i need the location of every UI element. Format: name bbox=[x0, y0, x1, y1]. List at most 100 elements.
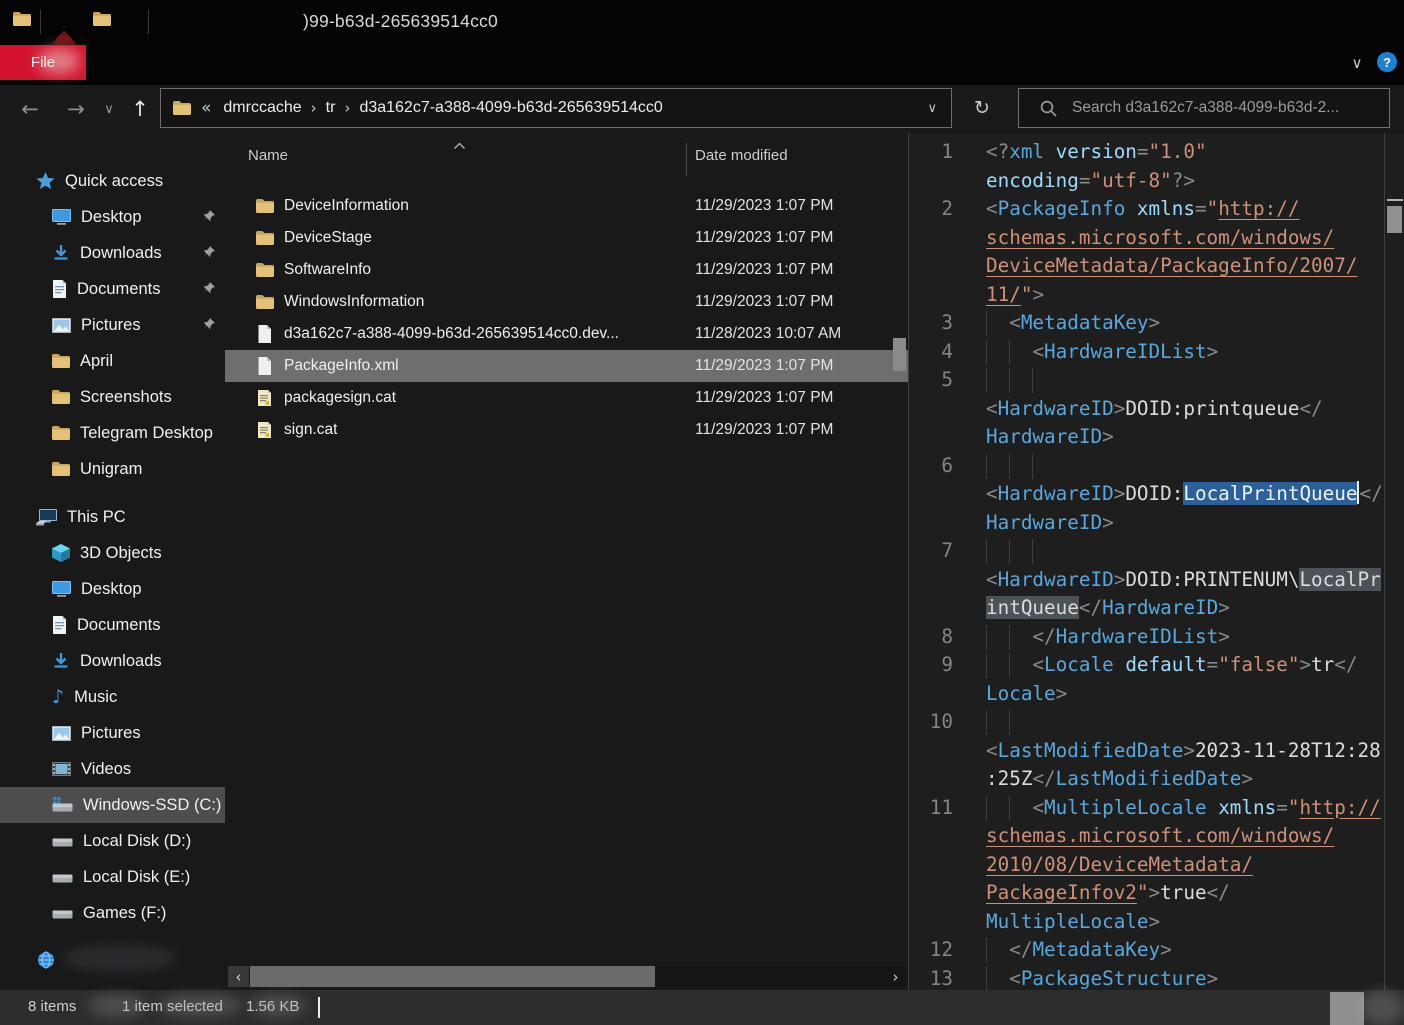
code-row[interactable]: HardwareID> bbox=[909, 423, 1404, 452]
sidebar-item-april[interactable]: April bbox=[0, 343, 225, 379]
code-row[interactable]: 11/"> bbox=[909, 281, 1404, 310]
sidebar-item-pictures[interactable]: Pictures bbox=[0, 307, 225, 343]
scroll-right-arrow-icon[interactable]: › bbox=[885, 966, 906, 987]
application-window: )99-b63d-265639514cc0 File ∨ ? ← → ∨ ↑ «… bbox=[0, 0, 1404, 1025]
code-token bbox=[1125, 197, 1137, 220]
file-list-horizontal-scrollbar[interactable]: ‹ › bbox=[228, 966, 906, 987]
breadcrumb-item-tr[interactable]: tr bbox=[326, 99, 336, 117]
code-row[interactable]: 3 <MetadataKey> bbox=[909, 309, 1404, 338]
code-row[interactable]: 8 </HardwareIDList> bbox=[909, 623, 1404, 652]
breadcrumb-item-d3a162c7-a388-4099-b63d-265639514cc0[interactable]: d3a162c7-a388-4099-b63d-265639514cc0 bbox=[359, 99, 662, 117]
code-token: > bbox=[1183, 739, 1195, 762]
sidebar-item-unigram[interactable]: Unigram bbox=[0, 451, 225, 487]
search-box[interactable] bbox=[1018, 88, 1390, 128]
sidebar-item-telegram-desktop[interactable]: Telegram Desktop bbox=[0, 415, 225, 451]
sidebar-section-quick-access[interactable]: Quick access bbox=[0, 163, 225, 199]
forward-button[interactable]: → bbox=[58, 85, 94, 133]
code-row[interactable]: Locale> bbox=[909, 680, 1404, 709]
code-row[interactable]: 12 </MetadataKey> bbox=[909, 936, 1404, 965]
code-row[interactable]: MultipleLocale> bbox=[909, 908, 1404, 937]
code-row[interactable]: 5 bbox=[909, 366, 1404, 395]
code-row[interactable]: 2<PackageInfo xmlns="http:// bbox=[909, 195, 1404, 224]
file-date-modified: 11/29/2023 1:07 PM bbox=[695, 197, 833, 215]
file-row-deviceinformation[interactable]: DeviceInformation11/29/2023 1:07 PM bbox=[225, 190, 908, 222]
column-divider[interactable] bbox=[686, 143, 687, 176]
code-row[interactable]: 4 <HardwareIDList> bbox=[909, 338, 1404, 367]
sidebar-item-windows-ssd-c[interactable]: Windows-SSD (C:) bbox=[0, 787, 225, 823]
sidebar-item-music[interactable]: ♪Music bbox=[0, 679, 225, 715]
file-row-softwareinfo[interactable]: SoftwareInfo11/29/2023 1:07 PM bbox=[225, 254, 908, 286]
file-row-packagesign-cat[interactable]: packagesign.cat11/29/2023 1:07 PM bbox=[225, 382, 908, 414]
code-row[interactable]: 11 <MultipleLocale xmlns="http:// bbox=[909, 794, 1404, 823]
breadcrumb-overflow-chevrons[interactable]: « bbox=[201, 98, 211, 118]
file-list-vertical-scrollbar-thumb[interactable] bbox=[893, 338, 906, 371]
code-row[interactable]: <HardwareID>DOID:LocalPrintQueue</ bbox=[909, 480, 1404, 509]
code-row[interactable]: <LastModifiedDate>2023-11-28T12:28 bbox=[909, 737, 1404, 766]
code-row[interactable]: :25Z</LastModifiedDate> bbox=[909, 765, 1404, 794]
quick-access-folder-icon[interactable] bbox=[13, 12, 31, 31]
sidebar-section-network[interactable] bbox=[0, 942, 225, 978]
refresh-button[interactable]: ↻ bbox=[962, 88, 1002, 128]
editor-vertical-scrollbar-thumb[interactable] bbox=[1387, 206, 1402, 233]
file-row-sign-cat[interactable]: sign.cat11/29/2023 1:07 PM bbox=[225, 414, 908, 446]
code-row[interactable]: HardwareID> bbox=[909, 509, 1404, 538]
code-rows[interactable]: 1<?xml version="1.0"encoding="utf-8"?>2<… bbox=[909, 133, 1404, 990]
file-list: Name Date modified DeviceInformation11/2… bbox=[225, 133, 908, 990]
horizontal-scrollbar-thumb[interactable] bbox=[250, 966, 655, 987]
sidebar-item-videos[interactable]: Videos bbox=[0, 751, 225, 787]
sidebar-item-games-f[interactable]: Games (F:) bbox=[0, 895, 225, 931]
sidebar-item-documents[interactable]: Documents bbox=[0, 607, 225, 643]
back-button[interactable]: ← bbox=[12, 85, 48, 133]
file-row-d3a162c7-a388-4099-b63d-265639514cc0-dev[interactable]: d3a162c7-a388-4099-b63d-265639514cc0.dev… bbox=[225, 318, 908, 350]
code-row[interactable]: schemas.microsoft.com/windows/ bbox=[909, 822, 1404, 851]
code-row[interactable]: intQueue</HardwareID> bbox=[909, 594, 1404, 623]
code-row[interactable]: 13 <PackageStructure> bbox=[909, 965, 1404, 991]
column-header-date-modified[interactable]: Date modified bbox=[695, 147, 788, 164]
code-row[interactable]: 9 <Locale default="false">tr</ bbox=[909, 651, 1404, 680]
code-row[interactable]: 10 bbox=[909, 708, 1404, 737]
code-row[interactable]: encoding="utf-8"?> bbox=[909, 167, 1404, 196]
code-row[interactable]: schemas.microsoft.com/windows/ bbox=[909, 224, 1404, 253]
sidebar-item-desktop[interactable]: Desktop bbox=[0, 199, 225, 235]
sidebar-item-desktop[interactable]: Desktop bbox=[0, 571, 225, 607]
code-row[interactable]: <HardwareID>DOID:PRINTENUM\LocalPr bbox=[909, 566, 1404, 595]
column-header-name[interactable]: Name bbox=[248, 147, 288, 164]
file-row-windowsinformation[interactable]: WindowsInformation11/29/2023 1:07 PM bbox=[225, 286, 908, 318]
sidebar-item-downloads[interactable]: Downloads bbox=[0, 643, 225, 679]
code-text: 2010/08/DeviceMetadata/ bbox=[986, 851, 1253, 880]
code-row[interactable]: 1<?xml version="1.0" bbox=[909, 138, 1404, 167]
address-bar[interactable]: « dmrccache›tr›d3a162c7-a388-4099-b63d-2… bbox=[160, 88, 952, 128]
sidebar-item-local-disk-e[interactable]: Local Disk (E:) bbox=[0, 859, 225, 895]
sidebar-item-3d-objects[interactable]: 3D Objects bbox=[0, 535, 225, 571]
up-button[interactable]: ↑ bbox=[122, 85, 158, 133]
title-bar: )99-b63d-265639514cc0 File ∨ ? bbox=[0, 0, 1404, 85]
file-icon bbox=[255, 357, 274, 375]
code-token: " bbox=[1288, 796, 1300, 819]
sidebar-item-downloads[interactable]: Downloads bbox=[0, 235, 225, 271]
code-editor[interactable]: 1<?xml version="1.0"encoding="utf-8"?>2<… bbox=[908, 133, 1404, 990]
breadcrumb-item-dmrccache[interactable]: dmrccache bbox=[223, 99, 301, 117]
code-row[interactable]: PackageInfov2">true</ bbox=[909, 879, 1404, 908]
sidebar-item-documents[interactable]: Documents bbox=[0, 271, 225, 307]
help-button[interactable]: ? bbox=[1377, 52, 1397, 72]
code-token: HardwareID bbox=[986, 425, 1102, 448]
file-row-packageinfo-xml[interactable]: PackageInfo.xml11/29/2023 1:07 PM bbox=[225, 350, 908, 382]
sidebar-item-screenshots[interactable]: Screenshots bbox=[0, 379, 225, 415]
search-input[interactable] bbox=[1070, 98, 1389, 118]
address-dropdown-chevron-icon[interactable]: ∨ bbox=[927, 101, 937, 116]
code-row[interactable]: 7 bbox=[909, 537, 1404, 566]
quick-access-folder-icon[interactable] bbox=[93, 12, 111, 31]
sidebar-item-local-disk-d[interactable]: Local Disk (D:) bbox=[0, 823, 225, 859]
code-row[interactable]: 6 bbox=[909, 452, 1404, 481]
code-text bbox=[986, 452, 1056, 481]
file-tab[interactable]: File bbox=[0, 45, 86, 80]
sidebar-item-pictures[interactable]: Pictures bbox=[0, 715, 225, 751]
sidebar-section-this-pc[interactable]: This PC bbox=[0, 499, 225, 535]
recent-locations-button[interactable]: ∨ bbox=[98, 85, 120, 133]
code-row[interactable]: <HardwareID>DOID:printqueue</ bbox=[909, 395, 1404, 424]
code-row[interactable]: 2010/08/DeviceMetadata/ bbox=[909, 851, 1404, 880]
ribbon-collapse-button[interactable]: ∨ bbox=[1344, 50, 1370, 76]
scroll-left-arrow-icon[interactable]: ‹ bbox=[228, 966, 249, 987]
file-row-devicestage[interactable]: DeviceStage11/29/2023 1:07 PM bbox=[225, 222, 908, 254]
code-row[interactable]: DeviceMetadata/PackageInfo/2007/ bbox=[909, 252, 1404, 281]
